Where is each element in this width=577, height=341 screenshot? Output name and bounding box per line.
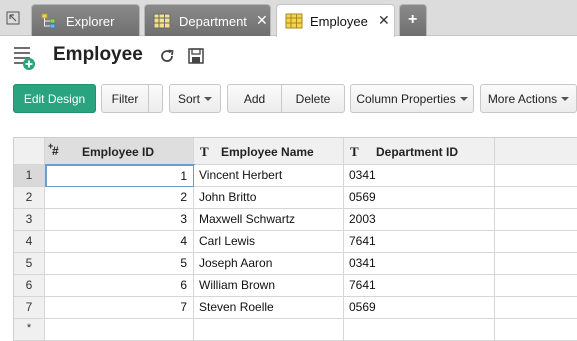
add-button[interactable]: Add: [228, 85, 281, 112]
empty-cell: [495, 297, 577, 319]
employee-id-cell[interactable]: 3: [45, 209, 194, 231]
table-icon: [153, 13, 171, 29]
tab-department[interactable]: Department ✕: [144, 4, 271, 36]
more-actions-button[interactable]: More Actions: [480, 84, 577, 113]
row-number[interactable]: 2: [14, 187, 45, 209]
employee-id-cell[interactable]: 2: [45, 187, 194, 209]
empty-cell[interactable]: [45, 319, 194, 341]
table-menu-icon[interactable]: [12, 44, 38, 72]
employee-name-cell[interactable]: Vincent Herbert: [194, 165, 344, 187]
department-id-cell[interactable]: 0569: [344, 297, 495, 319]
department-id-cell[interactable]: 2003: [344, 209, 495, 231]
empty-cell: [495, 319, 577, 341]
refresh-icon[interactable]: [157, 46, 177, 66]
text-type-icon: T: [350, 144, 359, 159]
employee-id-cell[interactable]: 5: [45, 253, 194, 275]
employee-name-cell[interactable]: Joseph Aaron: [194, 253, 344, 275]
row-number[interactable]: 5: [14, 253, 45, 275]
table-icon: [285, 13, 303, 29]
sort-label: Sort: [177, 91, 200, 106]
chevron-down-icon: [204, 97, 212, 101]
column-header-department-id[interactable]: T Department ID: [344, 138, 495, 165]
plus-icon: +: [408, 11, 418, 28]
new-row-marker[interactable]: *: [14, 319, 45, 341]
column-properties-label: Column Properties: [356, 91, 456, 106]
column-properties-button[interactable]: Column Properties: [350, 84, 474, 113]
filter-button-group: Filter: [101, 84, 163, 113]
empty-cell: [495, 209, 577, 231]
employee-id-cell[interactable]: 1: [45, 164, 195, 188]
employee-name-cell[interactable]: Carl Lewis: [194, 231, 344, 253]
tab-label: Employee: [310, 14, 368, 29]
empty-cell: [495, 231, 577, 253]
tab-label: Department: [179, 14, 247, 29]
close-icon[interactable]: ✕: [378, 12, 390, 28]
tab-explorer[interactable]: Explorer: [31, 4, 140, 36]
column-header-label: Employee ID: [82, 145, 155, 159]
add-delete-button-group: Add Delete: [227, 84, 345, 113]
edit-design-label: Edit Design: [23, 91, 86, 106]
chevron-down-icon: [459, 97, 468, 101]
department-id-cell[interactable]: 7641: [344, 231, 495, 253]
column-header-employee-id[interactable]: + # Employee ID: [45, 138, 194, 165]
empty-cell[interactable]: [344, 319, 495, 341]
tab-label: Explorer: [66, 14, 115, 29]
department-id-cell[interactable]: 0341: [344, 165, 495, 187]
empty-cell: [495, 165, 577, 187]
row-number[interactable]: 7: [14, 297, 45, 319]
number-type-icon: #: [52, 144, 59, 158]
text-type-icon: T: [200, 144, 209, 159]
department-id-cell[interactable]: 0341: [344, 253, 495, 275]
employee-id-cell[interactable]: 4: [45, 231, 194, 253]
save-icon[interactable]: [186, 46, 206, 66]
delete-button[interactable]: Delete: [282, 85, 344, 112]
tab-bar: Explorer Department ✕ Employee ✕ +: [0, 0, 577, 37]
department-id-cell[interactable]: 7641: [344, 275, 495, 297]
restore-window-icon[interactable]: [6, 11, 20, 25]
empty-cell[interactable]: [194, 319, 344, 341]
column-header-label: Employee Name: [221, 145, 314, 159]
row-number[interactable]: 4: [14, 231, 45, 253]
employee-name-cell[interactable]: Steven Roelle: [194, 297, 344, 319]
filter-dropdown-button[interactable]: [149, 85, 163, 112]
employee-name-cell[interactable]: John Britto: [194, 187, 344, 209]
delete-label: Delete: [295, 91, 331, 106]
row-number[interactable]: 3: [14, 209, 45, 231]
filter-label: Filter: [111, 91, 139, 106]
chevron-down-icon: [561, 97, 570, 101]
department-id-cell[interactable]: 0569: [344, 187, 495, 209]
row-number[interactable]: 1: [14, 165, 45, 187]
filter-button[interactable]: Filter: [102, 85, 148, 112]
row-number[interactable]: 6: [14, 275, 45, 297]
explorer-icon: [41, 13, 56, 29]
sort-button[interactable]: Sort: [169, 84, 221, 113]
more-actions-label: More Actions: [487, 91, 558, 106]
corner-header[interactable]: [14, 138, 45, 165]
employee-id-cell[interactable]: 7: [45, 297, 194, 319]
add-label: Add: [243, 91, 266, 106]
empty-cell: [495, 253, 577, 275]
employee-id-cell[interactable]: 6: [45, 275, 194, 297]
close-icon[interactable]: ✕: [256, 12, 268, 28]
empty-column-header: [495, 138, 577, 165]
empty-cell: [495, 275, 577, 297]
page-title: Employee: [53, 44, 143, 65]
empty-cell: [495, 187, 577, 209]
column-header-employee-name[interactable]: T Employee Name: [194, 138, 344, 165]
new-tab-button[interactable]: +: [399, 4, 427, 36]
column-header-label: Department ID: [376, 145, 459, 159]
data-grid: + # Employee ID T Employee Name T Depart…: [13, 137, 577, 341]
employee-name-cell[interactable]: Maxwell Schwartz: [194, 209, 344, 231]
edit-design-button[interactable]: Edit Design: [13, 84, 96, 113]
employee-name-cell[interactable]: William Brown: [194, 275, 344, 297]
tab-employee[interactable]: Employee ✕: [276, 4, 395, 37]
